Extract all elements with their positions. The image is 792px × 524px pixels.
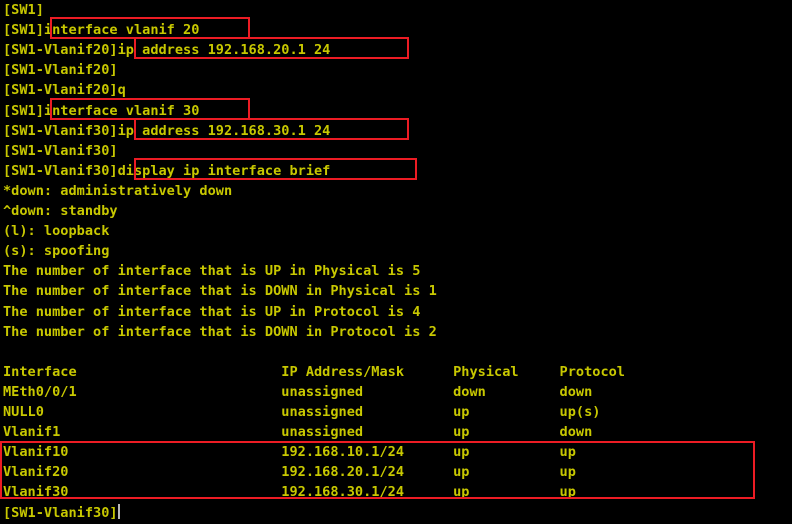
terminal-line-5: [SW1]interface vlanif 30 xyxy=(3,102,200,119)
terminal-line-16: The number of interface that is DOWN in … xyxy=(3,323,437,340)
terminal-window[interactable]: [SW1] [SW1]interface vlanif 20 [SW1-Vlanif… xyxy=(0,0,792,524)
terminal-line-22: Vlanif10 192.168.10.1/24 up up xyxy=(3,444,576,461)
terminal-line-18: Interface IP Address/Mask Physical Proto… xyxy=(3,363,625,380)
terminal-line-3: [SW1-Vlanif20] xyxy=(3,62,118,79)
terminal-line-10: ^down: standby xyxy=(3,203,118,219)
terminal-line-20: NULL0 unassigned up up(s) xyxy=(3,404,601,420)
terminal-line-15: The number of interface that is UP in Pr… xyxy=(3,303,421,320)
terminal-line-0: [SW1] xyxy=(3,2,44,18)
terminal-line-2: [SW1-Vlanif20]ip address 192.168.20.1 24 xyxy=(3,42,331,59)
terminal-line-24: Vlanif30 192.168.30.1/24 up up xyxy=(3,484,576,501)
terminal-line-8: [SW1-Vlanif30]display ip interface brief xyxy=(3,162,331,179)
terminal-line-11: (l): loopback xyxy=(3,223,110,240)
terminal-line-13: The number of interface that is UP in Ph… xyxy=(3,263,421,280)
terminal-line-12: (s): spoofing xyxy=(3,243,110,260)
terminal-line-7: [SW1-Vlanif30] xyxy=(3,142,118,159)
terminal-line-19: MEth0/0/1 unassigned down down xyxy=(3,383,593,400)
terminal-line-21: Vlanif1 unassigned up down xyxy=(3,424,593,441)
terminal-line-6: [SW1-Vlanif30]ip address 192.168.30.1 24 xyxy=(3,122,331,139)
terminal-prompt-line[interactable]: [SW1-Vlanif30] xyxy=(3,503,120,523)
terminal-line-14: The number of interface that is DOWN in … xyxy=(3,283,437,300)
text-cursor xyxy=(117,503,120,519)
terminal-line-4: [SW1-Vlanif20]q xyxy=(3,82,126,99)
terminal-line-23: Vlanif20 192.168.20.1/24 up up xyxy=(3,464,576,481)
terminal-line-9: *down: administratively down xyxy=(3,182,233,199)
terminal-line-1: [SW1]interface vlanif 20 xyxy=(3,22,200,39)
